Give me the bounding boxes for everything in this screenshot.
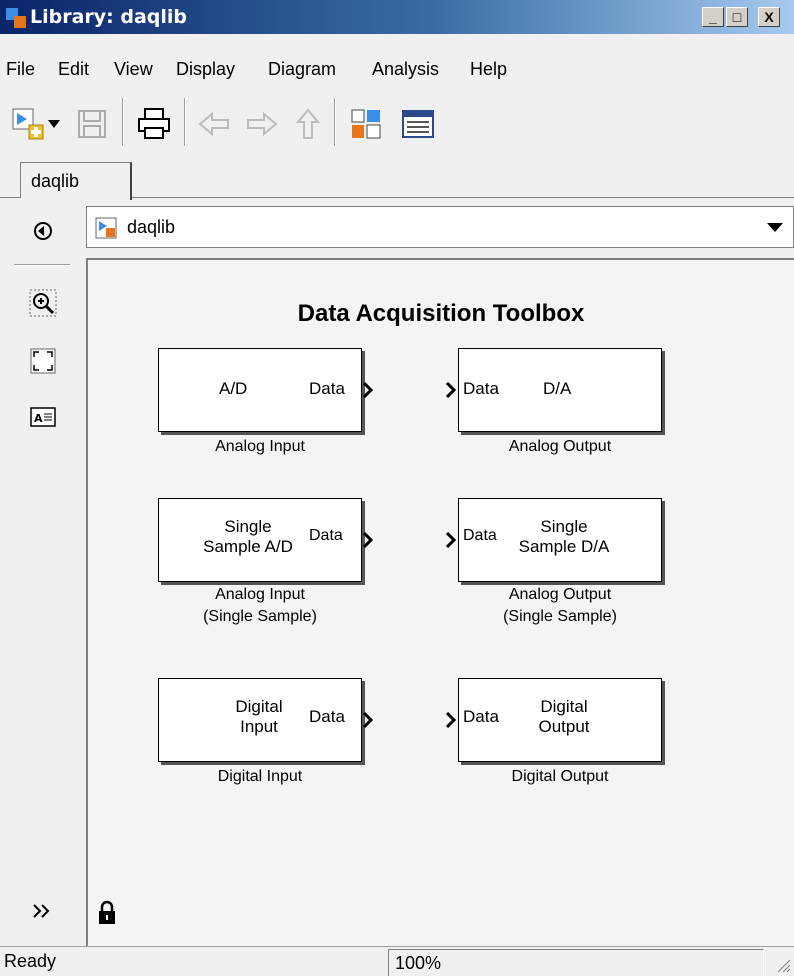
block-analog-output-single-sample[interactable]: Data Single Sample D/A (458, 498, 662, 582)
block-caption: Analog Input (215, 586, 305, 603)
menu-help[interactable]: Help (470, 59, 507, 80)
annotation-icon[interactable]: A (28, 402, 58, 432)
toolbar-separator (184, 98, 186, 146)
block-port-label: Data (463, 379, 499, 398)
block-caption: (Single Sample) (503, 608, 617, 625)
lock-icon[interactable] (96, 900, 118, 926)
left-palette: A (0, 198, 86, 946)
block-main-label: Output (538, 717, 590, 736)
block-digital-input[interactable]: Digital Input Data (158, 678, 362, 762)
fit-to-view-icon[interactable] (28, 346, 58, 376)
address-bar[interactable]: daqlib (86, 206, 794, 248)
output-port-icon[interactable] (363, 382, 373, 398)
expand-palette-icon[interactable] (28, 896, 58, 926)
block-caption: Analog Output (508, 586, 612, 603)
zoom-level: 100% (388, 949, 764, 976)
block-main-label: Digital (235, 697, 283, 716)
block-main-label: Sample D/A (518, 537, 610, 556)
new-model-icon[interactable] (10, 106, 46, 142)
model-canvas[interactable]: Data Acquisition Toolbox A/D Data Analog… (86, 258, 794, 946)
close-button[interactable]: X (758, 7, 780, 27)
block-analog-input[interactable]: A/D Data (158, 348, 362, 432)
block-analog-input-single-sample[interactable]: Single Sample A/D Data (158, 498, 362, 582)
hide-explorer-bar-icon[interactable] (28, 216, 58, 246)
block-caption: (Single Sample) (203, 608, 317, 625)
svg-text:A: A (34, 412, 43, 425)
toolbar-separator (122, 98, 124, 146)
block-analog-output[interactable]: Data D/A (458, 348, 662, 432)
maximize-button[interactable]: □ (726, 7, 748, 27)
menu-edit[interactable]: Edit (58, 59, 89, 80)
block-main-label: Sample A/D (203, 537, 293, 556)
title-bar[interactable]: Library: daqlib _ □ X (0, 0, 794, 34)
output-port-icon[interactable] (363, 532, 373, 548)
tab-daqlib[interactable]: daqlib (20, 162, 132, 200)
block-caption: Digital Output (511, 768, 609, 785)
library-browser-icon[interactable] (348, 106, 384, 142)
print-icon[interactable] (136, 106, 172, 142)
palette-separator (14, 264, 70, 266)
model-icon (95, 217, 117, 239)
block-port-label: Data (463, 527, 497, 544)
block-main-label: A/D (219, 379, 248, 398)
address-dropdown-icon[interactable] (767, 223, 783, 232)
block-caption: Digital Input (217, 768, 303, 785)
dropdown-arrow-icon[interactable] (46, 106, 64, 142)
block-main-label: D/A (543, 379, 572, 398)
menu-file[interactable]: File (6, 59, 35, 80)
window-title: Library: daqlib (30, 6, 188, 28)
address-path: daqlib (127, 217, 176, 237)
model-explorer-icon[interactable] (400, 106, 436, 142)
block-main-label: Single (540, 517, 588, 536)
status-bar: Ready 100% (0, 946, 794, 976)
toolbar-separator (334, 98, 336, 146)
menu-view[interactable]: View (114, 59, 153, 80)
simulink-app-icon (6, 8, 26, 28)
input-port-icon[interactable] (446, 382, 456, 398)
block-caption: Analog Input (215, 438, 305, 455)
block-port-label: Data (309, 379, 345, 398)
menu-bar: File Edit View Display Diagram Analysis … (0, 54, 794, 84)
block-port-label: Data (309, 527, 343, 544)
menu-display[interactable]: Display (176, 59, 235, 80)
up-icon[interactable] (290, 106, 326, 142)
block-main-label: Digital (540, 697, 588, 716)
save-icon[interactable] (74, 106, 110, 142)
library-title: Data Acquisition Toolbox (297, 300, 585, 327)
block-caption: Analog Output (508, 438, 612, 455)
zoom-in-icon[interactable] (28, 288, 58, 318)
block-digital-output[interactable]: Data Digital Output (458, 678, 662, 762)
menu-diagram[interactable]: Diagram (268, 59, 336, 80)
resize-grip-icon[interactable] (774, 956, 792, 974)
minimize-button[interactable]: _ (702, 7, 724, 27)
input-port-icon[interactable] (446, 712, 456, 728)
output-port-icon[interactable] (363, 712, 373, 728)
forward-icon[interactable] (244, 106, 280, 142)
input-port-icon[interactable] (446, 532, 456, 548)
block-main-label: Single (224, 517, 272, 536)
status-text: Ready (4, 951, 57, 971)
block-port-label: Data (309, 707, 345, 726)
block-main-label: Input (240, 717, 278, 736)
back-icon[interactable] (196, 106, 232, 142)
block-port-label: Data (463, 707, 499, 726)
tab-bar: daqlib (0, 160, 794, 200)
toolbar (0, 96, 794, 150)
menu-analysis[interactable]: Analysis (372, 59, 439, 80)
